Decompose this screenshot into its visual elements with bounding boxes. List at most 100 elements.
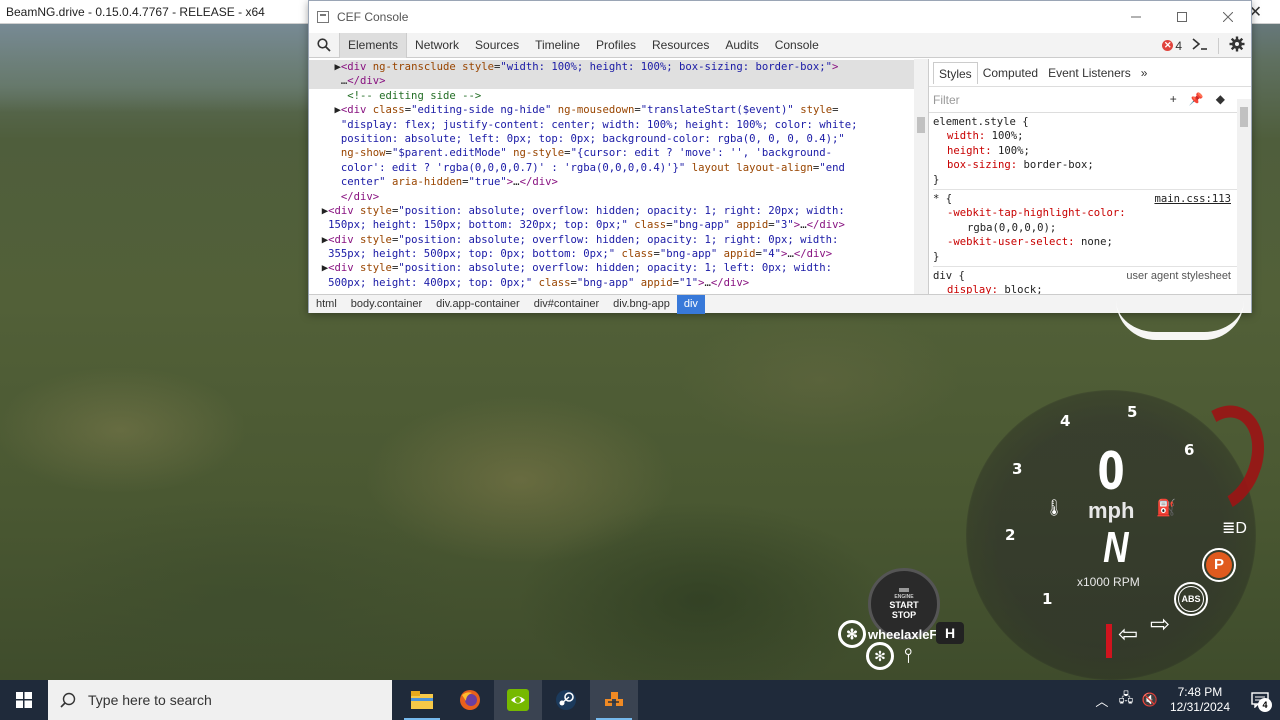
dom-tree[interactable]: ▶<div ng-transclude style="width: 100%; …: [309, 59, 928, 290]
tab-profiles[interactable]: Profiles: [588, 33, 644, 58]
right-turn-signal-icon: ⇨: [1150, 611, 1171, 638]
dom-node-line[interactable]: ▶<div ng-transclude style="width: 100%; …: [309, 60, 928, 75]
wheel-lock-icon[interactable]: ✻: [866, 642, 894, 670]
tab-resources[interactable]: Resources: [644, 33, 717, 58]
dom-node-line[interactable]: 500px; height: 400px; top: 0px;" class="…: [309, 276, 928, 290]
fuel-icon: ⛽: [1156, 500, 1176, 517]
clock-date: 12/31/2024: [1169, 700, 1230, 714]
dom-node-line[interactable]: position: absolute; left: 0px; top: 0px;…: [309, 132, 928, 146]
breadcrumb-container[interactable]: div#container: [527, 295, 606, 314]
gearstick-icon: ⫯: [904, 644, 913, 667]
volume-muted-icon[interactable]: 🔇: [1138, 692, 1162, 708]
error-count-badge[interactable]: ✕ 4: [1162, 39, 1182, 53]
maximize-button[interactable]: [1159, 1, 1205, 33]
differential-row-2: ✻ ⫯: [866, 642, 913, 670]
network-icon[interactable]: 🖧: [1114, 689, 1138, 711]
rpm-label: x1000 RPM: [1077, 575, 1140, 589]
dom-node-line[interactable]: ▶<div style="position: absolute; overflo…: [309, 204, 928, 218]
style-rule-source-link[interactable]: main.css:113: [1154, 192, 1231, 206]
settings-button[interactable]: [1229, 36, 1245, 55]
steering-wheel-icon[interactable]: ✻: [838, 620, 866, 648]
breadcrumb-bng-app[interactable]: div.bng-app: [606, 295, 677, 314]
show-hidden-icons-chevron-icon[interactable]: ︿: [1090, 691, 1114, 710]
differential-label: wheelaxleFl: [868, 626, 941, 642]
styles-scrollbar-thumb[interactable]: [1240, 107, 1248, 127]
search-icon: [317, 38, 331, 52]
start-button[interactable]: [0, 680, 48, 720]
dom-node-line[interactable]: </div>: [309, 190, 928, 204]
style-property[interactable]: -webkit-tap-highlight-color:: [933, 206, 1247, 220]
style-rule-origin: user agent stylesheet: [1126, 270, 1231, 283]
style-property[interactable]: box-sizing: border-box;: [933, 158, 1247, 172]
taskbar-nvidia[interactable]: [494, 680, 542, 720]
headlight-icon: ≣D: [1222, 520, 1247, 537]
styles-scrollbar[interactable]: [1237, 99, 1251, 294]
dom-node-line[interactable]: "display: flex; justify-content: center;…: [309, 118, 928, 132]
tab-timeline[interactable]: Timeline: [527, 33, 588, 58]
style-rule[interactable]: * {main.css:113 -webkit-tap-highlight-col…: [933, 192, 1247, 268]
tab-network[interactable]: Network: [407, 33, 467, 58]
rpm-tick-2: 2: [1005, 526, 1016, 544]
taskbar-search-box[interactable]: Type here to search: [48, 680, 392, 720]
style-property[interactable]: -webkit-user-select: none;: [933, 235, 1247, 249]
minimize-button[interactable]: [1113, 1, 1159, 33]
styles-tabbar: Styles Computed Event Listeners »: [929, 59, 1251, 87]
add-rule-icon[interactable]: +: [1170, 92, 1177, 106]
stop-label: STOP: [891, 610, 917, 620]
style-property[interactable]: height: 100%;: [933, 144, 1247, 158]
handbrake-indicator: H: [936, 622, 964, 644]
color-format-icon[interactable]: ◆: [1216, 92, 1225, 106]
style-rule[interactable]: div {user agent stylesheet display: block…: [933, 269, 1247, 294]
breadcrumb-body[interactable]: body.container: [344, 295, 429, 314]
taskbar-file-explorer[interactable]: [398, 680, 446, 720]
style-rule[interactable]: element.style {width: 100%; height: 100%;…: [933, 115, 1247, 191]
tab-console[interactable]: Console: [767, 33, 827, 58]
style-property[interactable]: rgba(0,0,0,0);: [933, 221, 1247, 235]
dom-node-line[interactable]: center" aria-hidden="true">…</div>: [309, 175, 928, 189]
taskbar-steam[interactable]: [542, 680, 590, 720]
inspect-search-button[interactable]: [309, 38, 339, 52]
tab-computed[interactable]: Computed: [978, 62, 1043, 84]
tab-elements[interactable]: Elements: [339, 32, 408, 58]
dom-node-line[interactable]: ▶<div style="position: absolute; overflo…: [309, 233, 928, 247]
start-stop-led: [899, 588, 909, 592]
dom-node-line[interactable]: <!-- editing side -->: [309, 89, 928, 103]
more-tabs-button[interactable]: »: [1136, 62, 1153, 84]
dom-node-line[interactable]: ▶<div class="editing-side ng-hide" ng-mo…: [309, 103, 928, 117]
dom-node-line[interactable]: color': edit ? 'rgba(0,0,0,0.7)' : 'rgba…: [309, 161, 928, 175]
styles-filter-input[interactable]: Filter: [933, 93, 960, 107]
dom-scrollbar-thumb[interactable]: [917, 117, 925, 133]
dom-node-line[interactable]: ng-show="$parent.editMode" ng-style="{cu…: [309, 146, 928, 160]
tab-event-listeners[interactable]: Event Listeners: [1043, 62, 1136, 84]
style-rule-selector: element.style {: [933, 116, 1029, 128]
coolant-temperature-icon: 🌡: [1044, 500, 1065, 517]
notification-center-button[interactable]: 4: [1240, 680, 1280, 720]
breadcrumb: html body.container div.app-container di…: [309, 294, 1251, 314]
dom-node-line[interactable]: ▶<div style="position: absolute; overflo…: [309, 261, 928, 275]
rpm-tick-3: 3: [1012, 460, 1023, 478]
pin-icon[interactable]: 📌: [1189, 92, 1204, 106]
windows-logo-icon: [16, 692, 32, 708]
breadcrumb-app-container[interactable]: div.app-container: [429, 295, 527, 314]
dom-scrollbar[interactable]: [914, 59, 928, 294]
breadcrumb-div[interactable]: div: [676, 294, 705, 314]
style-property[interactable]: display: block;: [933, 283, 1247, 294]
tab-styles[interactable]: Styles: [933, 61, 978, 84]
close-button[interactable]: [1205, 1, 1251, 33]
style-property[interactable]: width: 100%;: [933, 129, 1247, 143]
tab-audits[interactable]: Audits: [717, 33, 766, 58]
tab-sources[interactable]: Sources: [467, 33, 527, 58]
speed-readout: 0: [1097, 442, 1125, 502]
dom-node-line[interactable]: 150px; height: 150px; bottom: 320px; top…: [309, 218, 928, 232]
dom-tree-panel[interactable]: ▶<div ng-transclude style="width: 100%; …: [309, 59, 929, 294]
style-rule-close: }: [933, 250, 940, 263]
taskbar-beamng[interactable]: [590, 680, 638, 720]
error-count: 4: [1175, 38, 1182, 53]
console-drawer-button[interactable]: [1192, 38, 1208, 53]
console-prompt-icon: [1192, 38, 1207, 50]
dom-node-line[interactable]: 355px; height: 500px; top: 0px; bottom: …: [309, 247, 928, 261]
system-clock[interactable]: 7:48 PM 12/31/2024: [1170, 685, 1230, 715]
dom-node-line[interactable]: …</div>: [309, 74, 928, 89]
taskbar-firefox[interactable]: [446, 680, 494, 720]
breadcrumb-html[interactable]: html: [309, 295, 344, 314]
